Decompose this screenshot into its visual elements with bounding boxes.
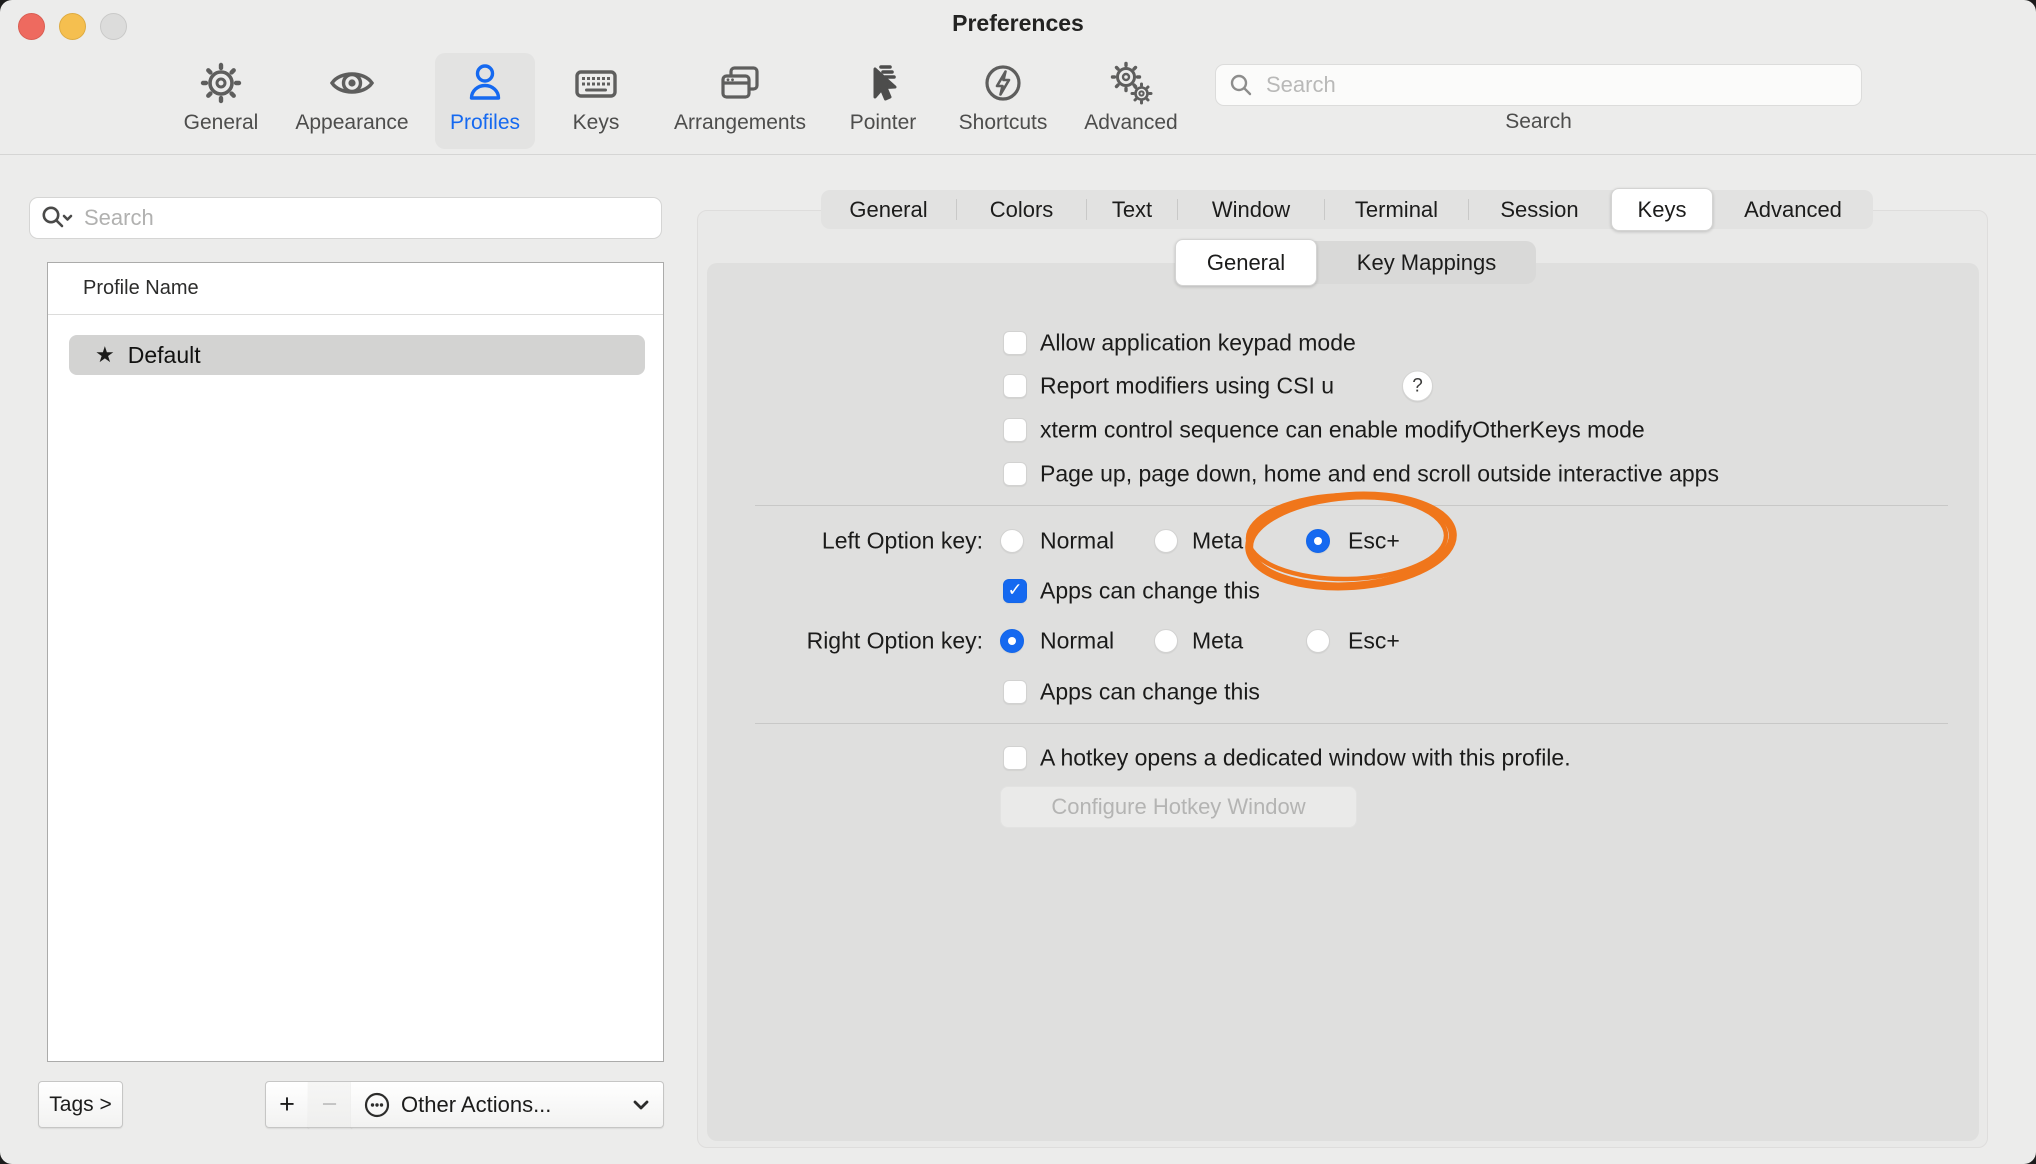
toolbar-label: Pointer bbox=[850, 111, 917, 135]
pointer-icon bbox=[859, 57, 907, 109]
toolbar-label: Profiles bbox=[450, 111, 520, 135]
checkbox-label: A hotkey opens a dedicated window with t… bbox=[1040, 745, 1571, 772]
toolbar-item-pointer[interactable]: Pointer bbox=[843, 53, 923, 149]
search-icon bbox=[1228, 72, 1254, 98]
toolbar-label: General bbox=[184, 111, 259, 135]
checkbox-label: Allow application keypad mode bbox=[1040, 330, 1356, 357]
toolbar-item-advanced[interactable]: Advanced bbox=[1081, 53, 1181, 149]
radio-label: Meta bbox=[1192, 528, 1243, 555]
gear-icon bbox=[197, 57, 245, 109]
radio-left-normal[interactable] bbox=[1000, 529, 1024, 553]
toolbar-item-general[interactable]: General bbox=[176, 53, 266, 149]
checkbox-label: Page up, page down, home and end scroll … bbox=[1040, 461, 1719, 488]
row-hotkey: A hotkey opens a dedicated window with t… bbox=[0, 743, 2036, 773]
profile-search-field[interactable] bbox=[29, 197, 662, 239]
search-scope-icon[interactable] bbox=[40, 204, 74, 232]
gears-icon bbox=[1106, 57, 1156, 109]
toolbar-item-arrangements[interactable]: Arrangements bbox=[670, 53, 810, 149]
lightning-icon bbox=[979, 57, 1027, 109]
checkbox-csi-u[interactable] bbox=[1003, 374, 1027, 398]
keyboard-icon bbox=[570, 57, 622, 109]
toolbar-divider bbox=[0, 154, 2036, 155]
toolbar-search-caption: Search bbox=[1215, 110, 1862, 134]
preferences-window: Preferences General Appearance bbox=[0, 0, 2036, 1164]
checkbox-label: Report modifiers using CSI u bbox=[1040, 373, 1334, 400]
radio-label: Meta bbox=[1192, 628, 1243, 655]
tab-terminal[interactable]: Terminal bbox=[1325, 190, 1468, 229]
configure-hotkey-window-button: Configure Hotkey Window bbox=[1000, 786, 1357, 828]
row-modify-other-keys: xterm control sequence can enable modify… bbox=[0, 415, 2036, 445]
add-profile-button[interactable]: + bbox=[265, 1081, 309, 1128]
toolbar-label: Keys bbox=[573, 111, 620, 135]
window-title: Preferences bbox=[0, 10, 2036, 37]
row-left-option-key: Left Option key: Normal Meta Esc+ bbox=[0, 526, 2036, 556]
tab-colors[interactable]: Colors bbox=[957, 190, 1086, 229]
row-right-option-key: Right Option key: Normal Meta Esc+ bbox=[0, 626, 2036, 656]
toolbar-item-shortcuts[interactable]: Shortcuts bbox=[953, 53, 1053, 149]
toolbar-item-keys[interactable]: Keys bbox=[566, 53, 626, 149]
right-option-key-label: Right Option key: bbox=[700, 628, 983, 655]
toolbar-label: Arrangements bbox=[674, 111, 806, 135]
checkbox-modify-other-keys[interactable] bbox=[1003, 418, 1027, 442]
toolbar-label: Shortcuts bbox=[959, 111, 1048, 135]
radio-right-normal[interactable] bbox=[1000, 629, 1024, 653]
row-right-apps-can-change: Apps can change this bbox=[0, 677, 2036, 707]
toolbar-label: Appearance bbox=[295, 111, 408, 135]
toolbar-item-appearance[interactable]: Appearance bbox=[292, 53, 412, 149]
divider bbox=[755, 505, 1948, 506]
radio-label: Esc+ bbox=[1348, 628, 1400, 655]
radio-right-esc[interactable] bbox=[1306, 629, 1330, 653]
checkbox-right-apps-can-change[interactable] bbox=[1003, 680, 1027, 704]
row-left-apps-can-change: Apps can change this bbox=[0, 576, 2036, 606]
windows-icon bbox=[715, 57, 765, 109]
toolbar-label: Advanced bbox=[1084, 111, 1177, 135]
help-button[interactable]: ? bbox=[1402, 371, 1433, 402]
profile-list-header: Profile Name bbox=[48, 263, 663, 315]
screen: Preferences General Appearance bbox=[0, 0, 2036, 1164]
row-csi-u: Report modifiers using CSI u ? bbox=[0, 371, 2036, 401]
radio-label: Esc+ bbox=[1348, 528, 1400, 555]
remove-profile-button: − bbox=[308, 1081, 352, 1128]
other-actions-icon bbox=[363, 1091, 391, 1119]
tab-text[interactable]: Text bbox=[1087, 190, 1177, 229]
checkbox-label: xterm control sequence can enable modify… bbox=[1040, 417, 1645, 444]
toolbar-search-input[interactable] bbox=[1264, 71, 1849, 99]
radio-left-meta[interactable] bbox=[1154, 529, 1178, 553]
left-option-key-label: Left Option key: bbox=[700, 528, 983, 555]
profile-search-input[interactable] bbox=[82, 204, 651, 232]
profile-tab-bar: General Colors Text Window Terminal Sess… bbox=[821, 190, 1873, 229]
subtab-general[interactable]: General bbox=[1175, 239, 1317, 286]
eye-icon bbox=[327, 57, 377, 109]
tab-advanced[interactable]: Advanced bbox=[1714, 190, 1872, 229]
radio-label: Normal bbox=[1040, 628, 1114, 655]
row-page-scroll: Page up, page down, home and end scroll … bbox=[0, 459, 2036, 489]
checkbox-label: Apps can change this bbox=[1040, 679, 1260, 706]
keys-subtab-bar: General Key Mappings bbox=[1175, 241, 1536, 284]
checkbox-page-scroll[interactable] bbox=[1003, 462, 1027, 486]
subtab-key-mappings[interactable]: Key Mappings bbox=[1317, 241, 1536, 284]
checkbox-hotkey-window[interactable] bbox=[1003, 746, 1027, 770]
checkbox-keypad-mode[interactable] bbox=[1003, 331, 1027, 355]
tab-general[interactable]: General bbox=[821, 190, 956, 229]
checkbox-left-apps-can-change[interactable] bbox=[1003, 579, 1027, 603]
tab-keys[interactable]: Keys bbox=[1611, 188, 1713, 231]
tab-session[interactable]: Session bbox=[1469, 190, 1610, 229]
checkbox-label: Apps can change this bbox=[1040, 578, 1260, 605]
radio-right-meta[interactable] bbox=[1154, 629, 1178, 653]
row-keypad-mode: Allow application keypad mode bbox=[0, 328, 2036, 358]
chevron-down-icon bbox=[631, 1098, 651, 1112]
toolbar-search-field[interactable] bbox=[1215, 64, 1862, 106]
other-actions-label: Other Actions... bbox=[401, 1092, 551, 1118]
tags-button[interactable]: Tags > bbox=[38, 1081, 123, 1128]
toolbar-item-profiles[interactable]: Profiles bbox=[435, 53, 535, 149]
divider bbox=[755, 723, 1948, 724]
other-actions-dropdown[interactable]: Other Actions... bbox=[351, 1081, 664, 1128]
radio-label: Normal bbox=[1040, 528, 1114, 555]
tab-window[interactable]: Window bbox=[1178, 190, 1324, 229]
radio-left-esc[interactable] bbox=[1306, 529, 1330, 553]
person-icon bbox=[461, 57, 509, 109]
